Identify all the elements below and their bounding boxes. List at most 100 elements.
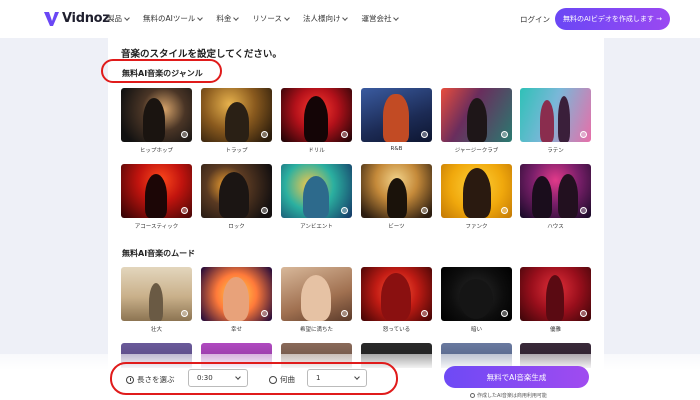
genre-image [121, 164, 192, 218]
radio-button[interactable] [421, 207, 428, 214]
chevron-down-icon [235, 374, 241, 380]
top-nav: Vidnoz 製品 無料のAIツール 料金 リソース 法人様向け 運営会社 ログ… [0, 0, 700, 38]
chevron-down-icon [124, 14, 130, 21]
radio-button[interactable] [261, 131, 268, 138]
radio-button[interactable] [421, 310, 428, 317]
create-video-button[interactable]: 無料のAIビデオを作成します → [555, 8, 670, 30]
length-label-text: 長さを選ぶ [137, 375, 175, 384]
mood-image [201, 267, 272, 321]
mood-tile-dark[interactable]: 暗い [441, 267, 512, 333]
genre-label: ドリル [308, 148, 325, 154]
genre-tile-hiphop[interactable]: ヒップホップ [121, 88, 192, 154]
logo[interactable]: Vidnoz [44, 11, 110, 26]
radio-button[interactable] [421, 131, 428, 138]
mood-tile-elegant[interactable]: 優雅 [520, 267, 591, 333]
mood-label: 壮大 [150, 327, 162, 333]
mood-label: 暗い [470, 327, 482, 333]
radio-button[interactable] [261, 310, 268, 317]
radio-button[interactable] [181, 310, 188, 317]
genre-tile-rock[interactable]: ロック [201, 164, 272, 230]
mood-label: 優雅 [549, 327, 561, 333]
radio-button[interactable] [341, 131, 348, 138]
radio-button[interactable] [181, 131, 188, 138]
mood-tile-happy[interactable]: 幸せ [201, 267, 272, 333]
mood-image [520, 267, 591, 321]
commercial-use-note: 作成したAI音楽は商用利用可能 [470, 392, 547, 399]
chevron-down-icon [354, 374, 360, 380]
genre-tile-ambient[interactable]: アンビエント [281, 164, 352, 230]
genre-tile-rnb[interactable]: R&B [361, 88, 432, 152]
mood-image [281, 267, 352, 321]
mood-tile-epic[interactable]: 壮大 [121, 267, 192, 333]
mood-label: 怒っている [382, 327, 411, 333]
genre-tile-drill[interactable]: ドリル [281, 88, 352, 154]
menu-resources[interactable]: リソース [252, 13, 290, 24]
menu-label: 運営会社 [361, 14, 392, 23]
radio-button[interactable] [181, 207, 188, 214]
menu-label: 無料のAIツール [143, 14, 196, 23]
genre-tile-trap[interactable]: トラップ [201, 88, 272, 154]
chevron-down-icon [284, 14, 290, 21]
radio-button[interactable] [580, 310, 587, 317]
genre-label: ハウス [547, 224, 564, 230]
count-value: 1 [316, 374, 321, 382]
radio-button[interactable] [580, 131, 587, 138]
length-select[interactable]: 0:30 [188, 369, 248, 387]
genre-tile-latin[interactable]: ラテン [520, 88, 591, 154]
radio-button[interactable] [501, 310, 508, 317]
music-style-panel: 音楽のスタイルを設定してください。 無料AI音楽のジャンル ヒップホップ トラッ… [108, 38, 604, 368]
genre-image [520, 88, 591, 142]
chevron-down-icon [393, 14, 400, 21]
genre-tile-beats[interactable]: ビーツ [361, 164, 432, 230]
left-gutter [0, 38, 108, 400]
genre-image [441, 164, 512, 218]
login-link[interactable]: ログイン [520, 14, 550, 25]
length-label: 長さを選ぶ [126, 374, 175, 385]
mood-section-title: 無料AI音楽のムード [122, 249, 196, 258]
genre-image [281, 164, 352, 218]
menu-free-tools[interactable]: 無料のAIツール [143, 13, 204, 24]
genre-tile-acoustic[interactable]: アコースティック [121, 164, 192, 230]
count-label: 何曲 [269, 374, 295, 385]
mood-tile-angry[interactable]: 怒っている [361, 267, 432, 333]
genre-label: アコースティック [134, 224, 179, 230]
radio-button[interactable] [261, 207, 268, 214]
menu-label: 料金 [216, 14, 232, 23]
menu-company[interactable]: 運営会社 [361, 13, 400, 24]
clock-icon [126, 375, 134, 384]
mood-label: 幸せ [230, 327, 242, 333]
generate-music-button[interactable]: 無料でAI音楽生成 [444, 366, 589, 388]
menu-label: 法人様向け [302, 14, 341, 23]
genre-label: ビーツ [388, 224, 405, 230]
genre-image [520, 164, 591, 218]
radio-button[interactable] [580, 207, 587, 214]
mood-image [441, 267, 512, 321]
logo-text: Vidnoz [62, 11, 110, 26]
radio-button[interactable] [501, 131, 508, 138]
genre-label: ファンク [465, 224, 488, 230]
main-menu: 製品 無料のAIツール 料金 リソース 法人様向け 運営会社 [107, 13, 412, 24]
radio-button[interactable] [341, 310, 348, 317]
count-select[interactable]: 1 [307, 369, 367, 387]
smile-icon [269, 375, 277, 384]
radio-button[interactable] [341, 207, 348, 214]
genre-tile-house[interactable]: ハウス [520, 164, 591, 230]
genre-image [361, 164, 432, 218]
chevron-down-icon [233, 14, 240, 21]
menu-business[interactable]: 法人様向け [302, 13, 349, 24]
count-label-text: 何曲 [280, 375, 295, 384]
genre-label: トラップ [225, 148, 248, 154]
radio-button[interactable] [501, 207, 508, 214]
note-text: 作成したAI音楽は商用利用可能 [477, 393, 547, 399]
mood-label: 希望に満ちた [299, 327, 333, 333]
genre-label: ラテン [547, 148, 564, 154]
mood-image [121, 267, 192, 321]
genre-image [121, 88, 192, 142]
menu-products[interactable]: 製品 [107, 13, 130, 24]
menu-pricing[interactable]: 料金 [216, 13, 240, 24]
highlight-ring-genre [101, 59, 222, 83]
genre-tile-jersey-club[interactable]: ジャージークラブ [441, 88, 512, 154]
page-title: 音楽のスタイルを設定してください。 [121, 49, 282, 60]
mood-tile-hopeful[interactable]: 希望に満ちた [281, 267, 352, 333]
genre-tile-funk[interactable]: ファンク [441, 164, 512, 230]
